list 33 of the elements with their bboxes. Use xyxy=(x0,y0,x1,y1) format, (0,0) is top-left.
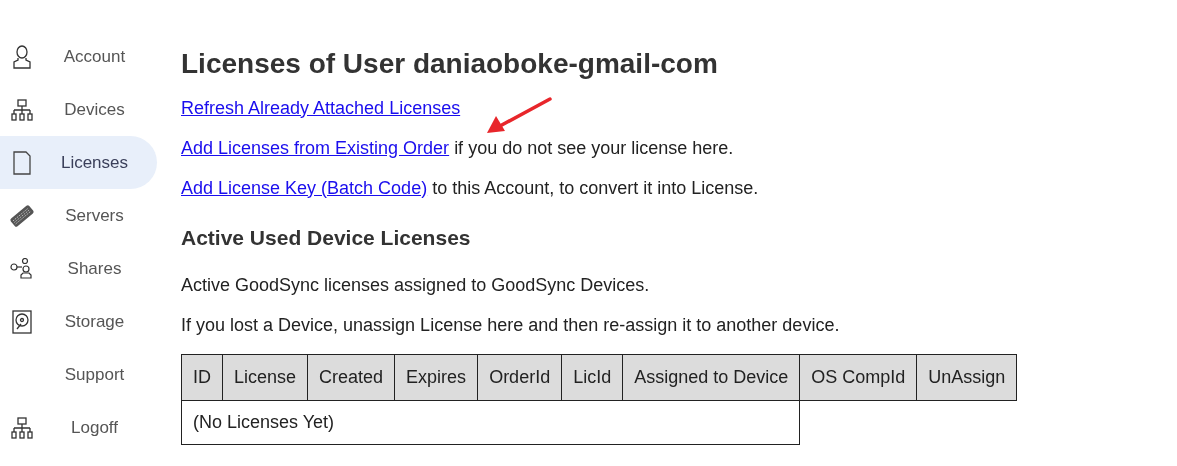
action-link[interactable]: Add License Key (Batch Code) xyxy=(181,174,428,202)
column-header: Expires xyxy=(394,354,478,400)
empty-table-message: (No Licenses Yet) xyxy=(181,400,800,444)
info-text: If you lost a Device, unassign License here and then re-assign it to another device. xyxy=(181,314,841,337)
action-link[interactable]: Refresh Already Attached Licenses xyxy=(181,94,461,122)
column-header: Assigned to Device xyxy=(622,354,800,400)
sidebar-item[interactable]: Shares xyxy=(0,242,157,295)
network-icon xyxy=(11,98,33,121)
network-icon xyxy=(11,416,33,439)
sidebar-item[interactable]: Support xyxy=(0,348,157,401)
person-icon xyxy=(12,44,32,69)
sidebar-item[interactable]: Servers xyxy=(0,189,157,242)
column-header: Created xyxy=(307,354,395,400)
column-header: OS CompId xyxy=(799,354,917,400)
share-icon xyxy=(10,257,34,280)
document-icon xyxy=(13,150,31,175)
annotation-arrow xyxy=(486,96,554,134)
column-header: LicId xyxy=(561,354,623,400)
column-header: UnAssign xyxy=(916,354,1017,400)
sidebar-item[interactable]: Logoff xyxy=(0,401,157,454)
section-title: Active Used Device Licenses xyxy=(181,225,472,251)
sidebar-item[interactable]: Storage xyxy=(0,295,157,348)
action-description: to this Account, to convert it into License. xyxy=(432,176,759,200)
action-link[interactable]: Add Licenses from Existing Order xyxy=(181,134,450,162)
sidebar-item[interactable]: Licenses xyxy=(0,136,157,189)
column-header: OrderId xyxy=(477,354,562,400)
sidebar-item[interactable]: Account xyxy=(0,30,157,83)
column-header: License xyxy=(222,354,308,400)
page-title: Licenses of User daniaoboke-gmail-com xyxy=(181,47,719,81)
sidebar-item[interactable]: Devices xyxy=(0,83,157,136)
column-header: ID xyxy=(181,354,223,400)
action-description: if you do not see your license here. xyxy=(454,136,734,160)
info-text: Active GoodSync licenses assigned to GoodSync Devices. xyxy=(181,274,651,297)
